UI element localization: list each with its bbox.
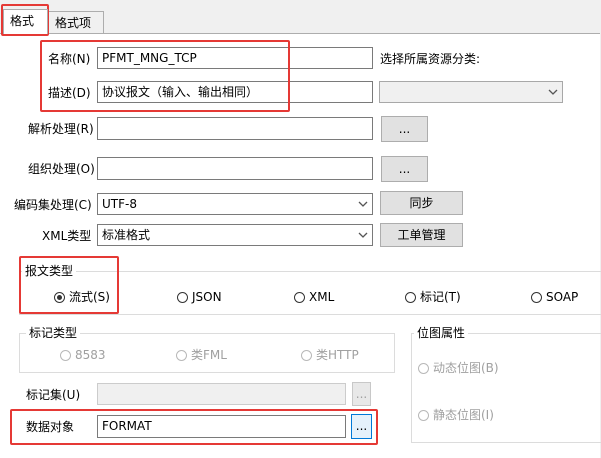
tab-format-items[interactable]: 格式项 [48,11,104,34]
radio-static-bitmap[interactable]: 静态位图(I) [418,407,494,423]
tagset-browse-button[interactable]: ... [352,382,371,406]
tagset-browse-label: ... [355,387,368,401]
radio-dot-icon [418,410,429,421]
radio-dot-icon [60,350,71,361]
dataobj-field[interactable]: FORMAT [97,415,346,438]
tab-format-items-label: 格式项 [55,16,92,30]
tab-strip: 格式 格式项 [0,0,601,34]
radio-dynamic-bitmap-label: 动态位图(B) [433,361,499,375]
chevron-down-icon [358,201,368,207]
charset-label: 编码集处理(C) [14,198,92,212]
chevron-down-icon [548,89,558,95]
radio-dynamic-bitmap[interactable]: 动态位图(B) [418,360,499,376]
tagset-field[interactable] [97,383,346,405]
dataobj-browse-label: ... [355,419,368,433]
name-field[interactable]: PFMT_MNG_TCP [97,47,373,69]
charset-select-value: UTF-8 [102,197,137,211]
radio-http-label: 类HTTP [316,348,359,362]
ticket-manage-button[interactable]: 工单管理 [380,223,463,247]
parse-browse-label: ... [398,122,411,136]
xmltype-select-value: 标准格式 [102,228,151,242]
radio-dot-icon [418,363,429,374]
radio-tag-label: 标记(T) [420,290,461,304]
sync-button-label: 同步 [409,196,434,210]
name-label: 名称(N) [48,52,91,66]
xmltype-label: XML类型 [42,229,92,243]
category-select[interactable] [379,81,563,103]
chevron-down-icon [358,232,368,238]
radio-dot-icon [177,292,188,303]
build-browse-button[interactable]: ... [381,156,428,182]
radio-soap[interactable]: SOAP [531,289,578,305]
radio-soap-label: SOAP [546,290,579,304]
category-label: 选择所属资源分类: [380,52,481,66]
tab-format[interactable]: 格式 [3,9,48,34]
tab-format-label: 格式 [10,14,35,28]
radio-8583[interactable]: 8583 [60,347,106,363]
build-browse-label: ... [398,162,411,176]
dataobj-field-value: FORMAT [102,419,152,433]
radio-dot-icon [294,292,305,303]
radio-http[interactable]: 类HTTP [301,347,359,363]
xmltype-select[interactable]: 标准格式 [97,224,373,246]
radio-json[interactable]: JSON [177,289,222,305]
name-field-value: PFMT_MNG_TCP [102,51,197,65]
radio-stream-label: 流式(S) [69,290,110,304]
radio-fml-label: 类FML [191,348,227,362]
radio-xml-label: XML [309,290,335,304]
description-label: 描述(D) [48,86,91,100]
dataobj-label: 数据对象 [26,420,75,434]
description-field[interactable]: 协议报文（输入、输出相同） [97,81,373,103]
radio-tag[interactable]: 标记(T) [405,289,461,305]
charset-select[interactable]: UTF-8 [97,193,373,215]
message-type-title: 报文类型 [22,263,77,279]
radio-8583-label: 8583 [75,348,106,362]
bitmap-title: 位图属性 [414,325,469,341]
build-label: 组织处理(O) [28,162,95,176]
radio-dot-icon [301,350,312,361]
parse-field[interactable] [97,117,373,140]
radio-stream[interactable]: 流式(S) [54,289,110,305]
description-field-value: 协议报文（输入、输出相同） [102,85,259,99]
radio-json-label: JSON [192,290,222,304]
parse-label: 解析处理(R) [28,122,94,136]
radio-dot-icon [531,292,542,303]
build-field[interactable] [97,157,373,180]
radio-xml[interactable]: XML [294,289,334,305]
radio-static-bitmap-label: 静态位图(I) [433,408,494,422]
tagset-label: 标记集(U) [26,388,81,402]
dataobj-browse-button[interactable]: ... [351,414,372,439]
bitmap-group [411,333,601,443]
radio-fml[interactable]: 类FML [176,347,227,363]
sync-button[interactable]: 同步 [380,191,463,215]
ticket-manage-label: 工单管理 [397,228,446,242]
radio-dot-icon [54,292,65,303]
radio-dot-icon [176,350,187,361]
radio-dot-icon [405,292,416,303]
tag-type-title: 标记类型 [26,325,81,341]
parse-browse-button[interactable]: ... [381,116,428,142]
